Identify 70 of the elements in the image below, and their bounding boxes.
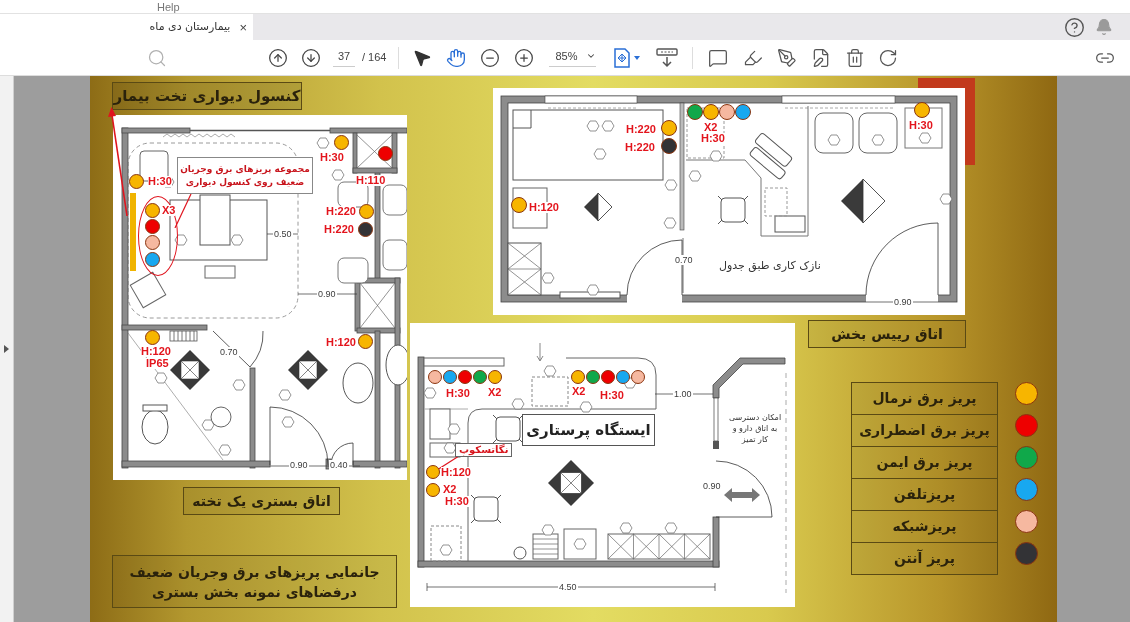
outlet-height-label: H:220 (626, 124, 656, 135)
outlet-height-label: H:30 (909, 120, 933, 131)
summary-line: جانمایی پریزهای برق وجریان ضعیف (129, 562, 380, 582)
page-count: / 164 (362, 50, 387, 66)
leader-line (436, 456, 460, 470)
dimension-label: 1.00 (673, 389, 693, 399)
trash-icon[interactable] (845, 47, 866, 68)
outlet-height-label: H:30 (445, 496, 469, 507)
outlet-height-label: H:220 (625, 142, 655, 153)
menu-item[interactable]: Help (157, 0, 180, 13)
dimension-label: 0.70 (674, 255, 694, 265)
finish-note: نازک کاری طبق جدول (719, 259, 821, 272)
summary-line: درفضاهای نمونه بخش بستری (152, 582, 357, 602)
room-caption: اتاق رییس بخش (808, 320, 966, 348)
dimension-label: 0.40 (329, 460, 349, 470)
station-title: ایستگاه پرستاری (522, 414, 655, 446)
arrow-up-icon[interactable] (268, 47, 288, 68)
outlet-height-label: H:120 (141, 346, 171, 357)
rotate-icon[interactable] (878, 47, 899, 68)
outlet-height-label: X2 (443, 484, 457, 495)
dimension-label: 0.90 (289, 460, 309, 470)
slide-heading: کنسول دیواری تخت بیمار (112, 82, 302, 110)
outlet-height-label: H:30 (446, 388, 470, 399)
dimension-label: 0.90 (317, 289, 337, 299)
outlet-height-label: H:30 (701, 133, 725, 144)
dimension-label: 0.90 (893, 297, 913, 307)
caret-icon[interactable] (634, 55, 641, 60)
outlet-height-label: H:120 (441, 467, 471, 478)
outlet-height-label: H:220 (326, 206, 356, 217)
dimension-label: 0.70 (219, 347, 239, 357)
room-caption: اتاق بستری یک تخته (183, 487, 340, 515)
fit-page-icon[interactable] (613, 47, 632, 68)
outlet-height-label: X2 (704, 122, 718, 133)
outlet-height-label: H:220 (324, 224, 354, 235)
outlet-height-label: H:30 (148, 176, 172, 187)
zoom-in-icon[interactable] (514, 47, 535, 68)
comment-icon[interactable] (708, 47, 729, 68)
caret-icon[interactable] (586, 51, 597, 61)
legend-label: پریز آنتن (851, 542, 998, 575)
outlet-height-label: X3 (162, 205, 176, 216)
outlet-height-label: X2 (572, 386, 586, 397)
page-number-field[interactable]: 37 (333, 47, 355, 68)
outlet-height-label: H:30 (320, 152, 344, 163)
legend-label: پریز برق نرمال (851, 382, 998, 415)
leader-line (173, 194, 193, 228)
arrow-down-icon[interactable] (301, 47, 321, 68)
outlet-height-label: H:120 (326, 337, 356, 348)
dimension-label: 0.90 (702, 481, 722, 491)
page-scroll-icon[interactable] (656, 47, 679, 68)
dimension-label: 4.50 (558, 582, 578, 592)
callout-note: مجموعه پریزهای برق وجریان ضعیف روی کنسول دیواری (177, 157, 313, 194)
zoom-out-icon[interactable] (480, 47, 501, 68)
access-note: امکان دسترسی به اتاق دارو و کار تمیز (727, 412, 783, 445)
pen-nib-icon[interactable] (777, 47, 798, 68)
outlet-height-label: IP65 (146, 358, 169, 369)
outlet-height-label: H:120 (529, 202, 559, 213)
dimension-label: 0.50 (273, 229, 293, 239)
outlet-height-label: H:110 (356, 175, 386, 186)
legend-label: پریز برق ایمن (851, 446, 998, 479)
legend-label: پریزشبکه (851, 510, 998, 543)
hand-icon[interactable] (446, 47, 467, 68)
legend-label: پریز برق اضطراری (851, 414, 998, 447)
outlet-height-label: X2 (488, 387, 502, 398)
legend-label: پریزتلفن (851, 478, 998, 511)
tab-close-button[interactable]: × (239, 20, 247, 34)
help-icon[interactable] (1064, 16, 1085, 38)
expand-arrow-icon[interactable] (4, 345, 9, 353)
zoom-field[interactable]: 85% (549, 47, 597, 68)
outlet-height-label: H:30 (600, 390, 624, 401)
document-tab[interactable]: بیمارستان دی ماه × (145, 14, 253, 40)
